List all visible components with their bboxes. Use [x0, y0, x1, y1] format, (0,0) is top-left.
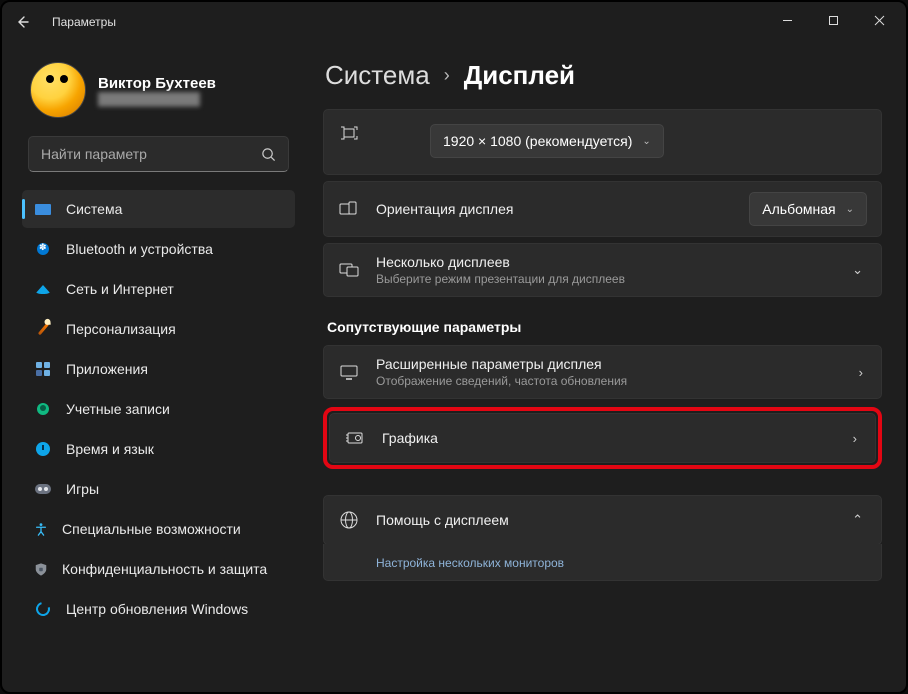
nav-label: Персонализация: [66, 321, 176, 337]
bluetooth-icon: [34, 240, 52, 258]
highlight-annotation: Графика ›: [323, 407, 882, 469]
nav-label: Система: [66, 201, 122, 217]
profile-email: ████████████: [98, 92, 216, 106]
nav-bluetooth[interactable]: Bluetooth и устройства: [22, 230, 295, 268]
orientation-card: Ориентация дисплея Альбомная ⌄: [323, 181, 882, 237]
window-title: Параметры: [52, 15, 116, 29]
sidebar: Виктор Бухтеев ████████████ Найти параме…: [2, 42, 307, 692]
avatar: [30, 62, 86, 118]
minimize-button[interactable]: [764, 4, 810, 36]
card-title: Графика: [382, 430, 833, 446]
nav-label: Игры: [66, 481, 99, 497]
chevron-down-icon: ⌄: [642, 136, 650, 147]
nav-update[interactable]: Центр обновления Windows: [22, 590, 295, 628]
chevron-down-icon: ⌄: [848, 262, 867, 278]
orientation-icon: [338, 201, 360, 217]
orientation-dropdown[interactable]: Альбомная ⌄: [749, 192, 867, 226]
nav-label: Специальные возможности: [62, 521, 241, 537]
nav-label: Центр обновления Windows: [66, 601, 248, 617]
person-icon: [34, 400, 52, 418]
chevron-up-icon: ⌃: [848, 512, 867, 528]
settings-window: Параметры Виктор Бухтеев ████████████ На…: [0, 0, 908, 694]
nav-accounts[interactable]: Учетные записи: [22, 390, 295, 428]
dropdown-value: Альбомная: [762, 201, 835, 217]
search-input[interactable]: Найти параметр: [28, 136, 289, 172]
nav-label: Время и язык: [66, 441, 154, 457]
brush-icon: [34, 320, 52, 338]
profile-block[interactable]: Виктор Бухтеев ████████████: [30, 62, 295, 118]
help-link-row[interactable]: Настройка нескольких мониторов: [323, 544, 882, 581]
main-content: Система › Дисплей 1920 × 1080 (рекоменду…: [307, 42, 906, 692]
nav-label: Приложения: [66, 361, 148, 377]
nav-accessibility[interactable]: Специальные возможности: [22, 510, 295, 548]
chevron-right-icon: ›: [849, 431, 861, 446]
chevron-right-icon: ›: [855, 365, 867, 380]
apps-icon: [34, 360, 52, 378]
accessibility-icon: [34, 522, 48, 536]
maximize-button[interactable]: [810, 4, 856, 36]
nav-label: Сеть и Интернет: [66, 281, 174, 297]
shield-icon: [34, 562, 48, 576]
monitor-icon: [338, 364, 360, 380]
resolution-dropdown[interactable]: 1920 × 1080 (рекомендуется) ⌄: [430, 124, 664, 158]
breadcrumb-leaf: Дисплей: [464, 60, 575, 91]
update-icon: [34, 600, 52, 618]
maximize-icon: [828, 15, 839, 26]
chevron-right-icon: ›: [444, 65, 450, 86]
help-link[interactable]: Настройка нескольких мониторов: [376, 556, 867, 570]
nav-system[interactable]: Система: [22, 190, 295, 228]
back-arrow-icon: [14, 14, 30, 30]
multiple-displays-card[interactable]: Несколько дисплеев Выберите режим презен…: [323, 243, 882, 297]
resolution-card: 1920 × 1080 (рекомендуется) ⌄: [323, 109, 882, 175]
dropdown-value: 1920 × 1080 (рекомендуется): [443, 133, 632, 149]
nav-list: Система Bluetooth и устройства Сеть и Ин…: [22, 190, 295, 628]
multiple-displays-icon: [338, 262, 360, 278]
minimize-icon: [782, 15, 793, 26]
graphics-card[interactable]: Графика ›: [329, 413, 876, 463]
back-button[interactable]: [14, 14, 44, 30]
related-section-title: Сопутствующие параметры: [327, 319, 882, 335]
nav-personalization[interactable]: Персонализация: [22, 310, 295, 348]
clock-icon: [34, 440, 52, 458]
nav-label: Учетные записи: [66, 401, 170, 417]
titlebar: Параметры: [2, 2, 906, 42]
search-icon: [261, 147, 276, 162]
close-icon: [874, 15, 885, 26]
chevron-down-icon: ⌄: [846, 204, 854, 215]
advanced-display-card[interactable]: Расширенные параметры дисплея Отображени…: [323, 345, 882, 399]
card-subtitle: Отображение сведений, частота обновления: [376, 374, 839, 388]
card-subtitle: Выберите режим презентации для дисплеев: [376, 272, 832, 286]
breadcrumb-root[interactable]: Система: [325, 60, 430, 91]
display-help-card[interactable]: Помощь с дисплеем ⌃: [323, 495, 882, 545]
nav-label: Bluetooth и устройства: [66, 241, 213, 257]
card-title: Ориентация дисплея: [376, 201, 733, 217]
nav-network[interactable]: Сеть и Интернет: [22, 270, 295, 308]
wifi-icon: [34, 280, 52, 298]
nav-time[interactable]: Время и язык: [22, 430, 295, 468]
profile-name: Виктор Бухтеев: [98, 75, 216, 92]
nav-privacy[interactable]: Конфиденциальность и защита: [22, 550, 295, 588]
globe-help-icon: [338, 510, 360, 530]
window-controls: [764, 4, 902, 36]
gamepad-icon: [34, 480, 52, 498]
nav-apps[interactable]: Приложения: [22, 350, 295, 388]
nav-label: Конфиденциальность и защита: [62, 561, 267, 577]
close-button[interactable]: [856, 4, 902, 36]
breadcrumb: Система › Дисплей: [325, 60, 882, 91]
resolution-icon: [338, 126, 360, 140]
search-placeholder: Найти параметр: [41, 146, 261, 162]
card-title: Помощь с дисплеем: [376, 512, 832, 528]
card-title: Несколько дисплеев: [376, 254, 832, 270]
nav-gaming[interactable]: Игры: [22, 470, 295, 508]
system-icon: [34, 200, 52, 218]
gpu-icon: [344, 430, 366, 446]
card-title: Расширенные параметры дисплея: [376, 356, 839, 372]
